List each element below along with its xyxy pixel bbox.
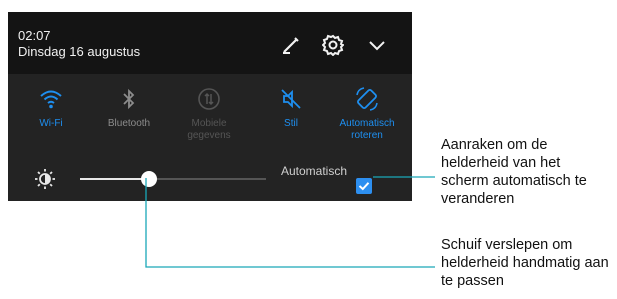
callout-auto-brightness: Aanraken om de helderheid van het scherm… <box>441 137 587 207</box>
leader-line-slider <box>145 178 435 268</box>
callout-slider: Schuif verslepen om helderheid handmatig… <box>441 237 609 289</box>
